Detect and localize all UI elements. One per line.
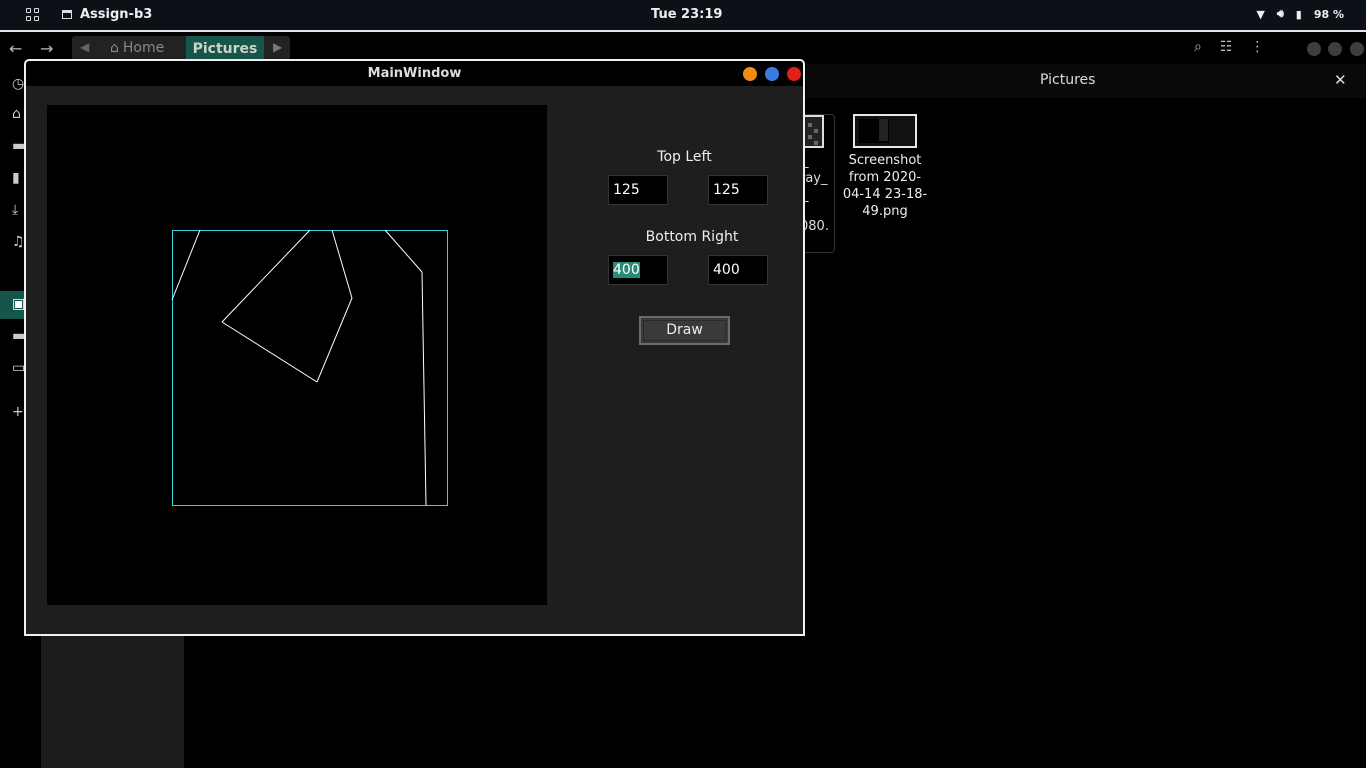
file-name-line: 49.png [862,204,908,219]
crumb-left-arrow-icon[interactable]: ◀ [80,40,89,54]
file-name-line: from 2020- [848,170,922,185]
music-icon[interactable]: ♫ [12,234,25,250]
recent-icon[interactable]: ◷ [12,76,24,92]
fm-minimize-button[interactable] [1307,42,1321,56]
clipped-line-segment [421,271,427,506]
documents-icon[interactable]: ▮ [12,170,20,186]
top-left-x-input[interactable] [608,175,668,205]
volume-icon: 🔊︎ [1276,7,1284,20]
battery-percent: 98 % [1313,7,1344,21]
top-left-y-input[interactable] [708,175,768,205]
downloads-icon[interactable]: ⤓ [12,202,18,218]
selected-text: 400 [613,262,640,278]
forward-arrow-icon[interactable]: → [40,39,53,58]
clock[interactable]: Tue 23:19 [651,7,722,22]
clipping-window-rect [172,230,448,506]
file-thumbnail-partial [802,115,824,148]
file-item-partial[interactable]: _ ray_ _ 080. [800,114,835,253]
fm-close-button[interactable] [1350,42,1364,56]
close-button[interactable] [787,67,801,81]
file-name-line: 04-14 23-18- [842,187,928,202]
top-system-bar: Assign-b3 Tue 23:19 ▼ 🔊︎ ▮ 98 % [0,0,1366,32]
screenshot-file-name[interactable]: Screenshot from 2020- 04-14 23-18- 49.pn… [840,152,930,220]
draw-button-inner [643,320,726,341]
sidebar-lower-panel [41,635,184,768]
main-window: MainWindow Top Left Bottom Right 400 Dra… [24,59,805,636]
clipped-line-segment [221,229,311,323]
maximize-button[interactable] [765,67,779,81]
clipped-line-segment [221,321,318,383]
battery-icon: ▮ [1295,7,1302,21]
minimize-button[interactable] [743,67,757,81]
crumb-right-arrow-icon[interactable]: ▶ [273,40,282,54]
home-icon: ⌂ [110,40,119,56]
file-name-line: Screenshot [848,153,922,168]
active-app-name: Assign-b3 [80,7,153,22]
window-icon [62,10,72,19]
window-title: MainWindow [367,66,462,81]
screenshot-thumbnail[interactable] [853,114,917,148]
main-window-titlebar[interactable]: MainWindow [26,61,803,86]
bottom-right-y-input[interactable] [708,255,768,285]
clipped-line-segment [331,229,353,299]
bottom-right-x-input[interactable]: 400 [608,255,668,285]
clipped-line-segment [171,229,201,301]
top-left-label: Top Left [657,149,712,165]
tab-close-icon[interactable]: ✕ [1334,71,1347,89]
menu-kebab-icon[interactable]: ⋮ [1250,39,1264,55]
active-app-menu[interactable]: Assign-b3 [62,7,152,22]
home-folder-icon[interactable]: ⌂ [12,106,21,122]
breadcrumb-home[interactable]: ⌂ Home [110,40,164,56]
thumb-detail [879,119,888,141]
app-grid-icon[interactable] [26,8,40,22]
bottom-right-label: Bottom Right [645,229,739,245]
draw-button[interactable]: Draw [639,316,730,345]
clipped-line-segment [384,229,423,273]
wifi-icon: ▼ [1256,7,1265,21]
system-tray[interactable]: ▼ 🔊︎ ▮ 98 % [1256,7,1344,21]
drawing-canvas[interactable] [47,105,547,605]
places-sidebar: ◷ ⌂ ▬ ▮ ⤓ ♫ ▣ ▬ ▭ + [0,64,26,424]
drawing-surface [171,229,448,506]
search-icon[interactable]: ⌕ [1194,39,1202,55]
back-arrow-icon[interactable]: ← [9,39,22,58]
fm-maximize-button[interactable] [1328,42,1342,56]
clipped-line-segment [316,297,353,383]
view-list-icon[interactable]: ☷ [1220,39,1233,55]
tab-pictures[interactable]: Pictures [1040,72,1095,88]
add-location-icon[interactable]: + [12,404,24,420]
